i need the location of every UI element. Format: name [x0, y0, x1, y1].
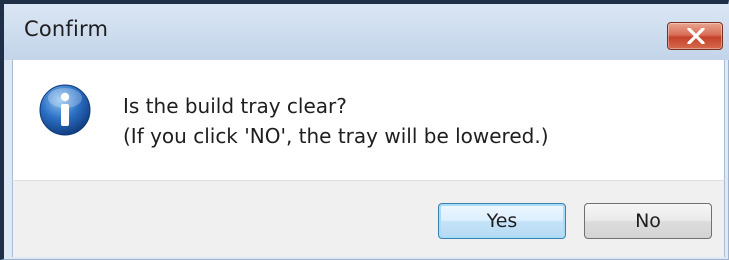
message-text: Is the build tray clear? (If you click '… [123, 91, 549, 151]
confirm-dialog: Confirm Is the build tray clear? (If you [0, 0, 729, 260]
message-line-2: (If you click 'NO', the tray will be low… [123, 124, 549, 148]
close-icon [687, 28, 705, 44]
yes-button[interactable]: Yes [438, 203, 566, 239]
dialog-content: Is the build tray clear? (If you click '… [12, 60, 725, 180]
close-button[interactable] [667, 22, 723, 50]
window-title: Confirm [24, 17, 109, 41]
title-bar[interactable]: Confirm [4, 4, 729, 60]
no-button[interactable]: No [584, 203, 712, 239]
info-icon [39, 84, 91, 136]
message-line-1: Is the build tray clear? [123, 94, 347, 118]
button-bar: Yes No [12, 180, 725, 257]
